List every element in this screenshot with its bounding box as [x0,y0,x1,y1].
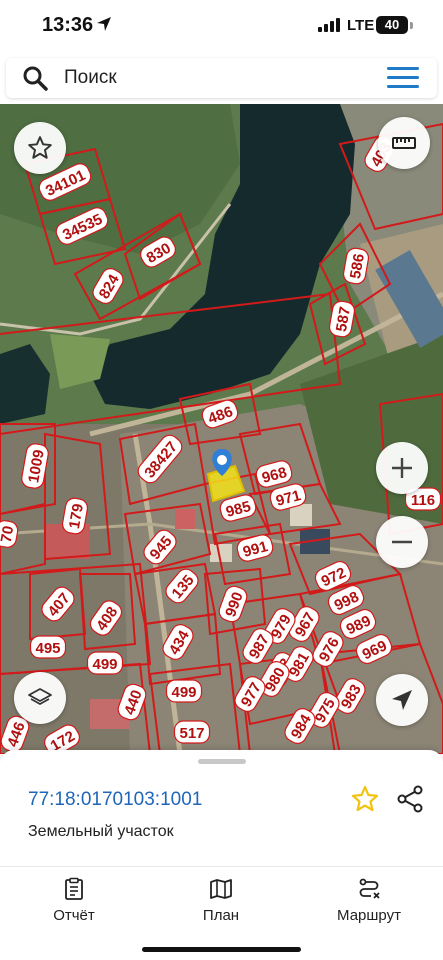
search-bar[interactable]: Поиск [6,58,437,98]
tab-route-label: Маршрут [337,907,401,924]
cellular-signal-icon [318,18,340,32]
cadastral-map[interactable]: 3410134535830824403586587486384279689719… [0,104,443,754]
minus-icon [392,540,412,544]
search-icon [23,66,48,91]
svg-text:499: 499 [171,684,196,701]
navigation-arrow-icon [392,690,412,710]
map-plan-icon [210,879,232,899]
tab-report-label: Отчёт [53,907,95,924]
svg-text:517: 517 [179,725,204,742]
tab-plan-label: План [202,907,240,924]
svg-text:495: 495 [35,640,60,657]
layers-button[interactable] [14,672,66,724]
parcel-info-sheet[interactable]: 77:18:0170103:1001 Земельный участок [0,750,443,868]
share-icon[interactable] [395,784,425,814]
add-favorite-star-icon[interactable] [350,784,380,814]
cadastral-number-link[interactable]: 77:18:0170103:1001 [28,789,202,811]
parcel-type-label: Земельный участок [28,823,174,840]
parcel-number-label[interactable]: 517 [173,720,211,744]
satellite-layer: 3410134535830824403586587486384279689719… [0,104,443,754]
parcel-number-label[interactable]: 499 [86,651,124,675]
svg-text:116: 116 [411,492,435,509]
battery-level: 40 [376,16,408,34]
tab-report[interactable]: Отчёт [19,877,129,927]
tab-route[interactable]: Маршрут [314,877,424,927]
ruler-button[interactable] [378,117,430,169]
layers-icon [28,688,52,705]
status-time: 13:36 [42,14,94,36]
my-location-button[interactable] [376,674,428,726]
ruler-icon [392,137,416,149]
star-outline-icon [28,136,52,159]
home-indicator [142,947,301,952]
svg-text:499: 499 [92,656,117,673]
parcel-number-label[interactable]: 495 [29,635,67,659]
tab-plan[interactable]: План [166,877,276,927]
favorites-button[interactable] [14,122,66,174]
status-bar: 13:36 LTE 40 [0,0,443,54]
zoom-in-button[interactable] [376,442,428,494]
battery-tip [410,22,413,29]
location-arrow-icon [97,17,111,31]
bottom-tab-bar: Отчёт План Маршрут [0,866,443,960]
sheet-grabber[interactable] [198,759,246,764]
parcel-number-label[interactable]: 499 [165,679,203,703]
report-icon [65,877,83,900]
route-icon [359,878,380,899]
network-type: LTE [347,17,375,34]
plus-icon [392,458,412,478]
search-input[interactable]: Поиск [64,67,117,89]
svg-text:70: 70 [0,525,17,544]
zoom-out-button[interactable] [376,516,428,568]
menu-icon[interactable] [387,67,419,89]
